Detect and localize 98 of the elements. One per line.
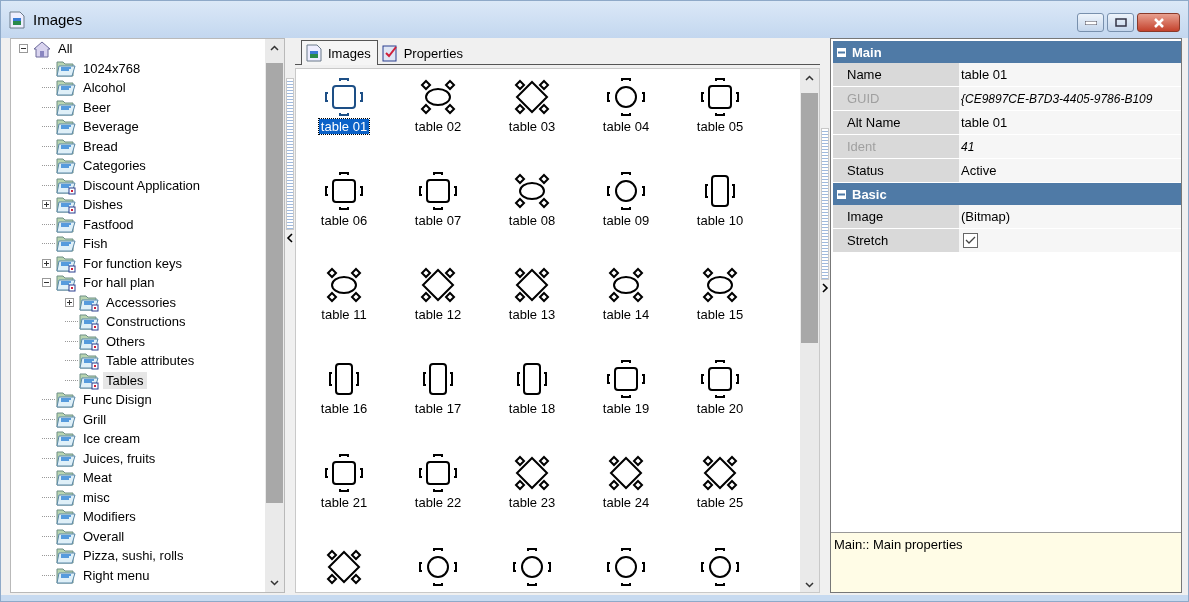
image-label[interactable]: table 13	[506, 307, 558, 322]
checkbox[interactable]	[963, 233, 978, 248]
splitter-grip[interactable]	[821, 128, 829, 280]
tree-item[interactable]: For hall plan	[80, 274, 158, 292]
image-label[interactable]: table 08	[506, 213, 558, 228]
image-label[interactable]: table 05	[694, 119, 746, 134]
tree-item[interactable]: Tables	[103, 371, 147, 389]
tree-item[interactable]: Alcohol	[80, 79, 129, 97]
property-value[interactable]: Active	[961, 163, 997, 178]
image-label[interactable]: table 01	[318, 119, 370, 134]
scrollbar-thumb[interactable]	[266, 63, 283, 503]
chevron-right-icon[interactable]	[821, 282, 829, 294]
image-label[interactable]: table 22	[412, 495, 464, 510]
scroll-down-icon[interactable]	[805, 582, 814, 588]
property-value[interactable]: table 01	[961, 115, 1008, 130]
description-text: Main:: Main properties	[831, 532, 1181, 592]
maximize-icon	[1114, 18, 1127, 27]
image-label[interactable]: table 17	[412, 401, 464, 416]
tree-item[interactable]: Categories	[80, 157, 149, 175]
property-value[interactable]: table 01	[961, 67, 1008, 82]
image-label[interactable]: table 18	[506, 401, 558, 416]
image-label[interactable]: table 06	[318, 213, 370, 228]
image-label[interactable]: table 19	[600, 401, 652, 416]
image-label[interactable]: table 03	[506, 119, 558, 134]
property-name: Stretch	[833, 229, 959, 252]
window-title: Images	[33, 11, 84, 28]
image-label[interactable]: table 23	[506, 495, 558, 510]
tree-item[interactable]: misc	[80, 488, 113, 506]
property-name: GUID	[833, 87, 959, 110]
image-label[interactable]: table 15	[694, 307, 746, 322]
splitter-grip[interactable]	[286, 78, 294, 230]
maximize-button[interactable]	[1107, 13, 1134, 32]
tree-item[interactable]: Modifiers	[80, 508, 139, 526]
tree-item[interactable]: Accessories	[103, 293, 180, 311]
image-label[interactable]: table 25	[694, 495, 746, 510]
scroll-up-icon[interactable]	[805, 75, 814, 81]
tree-item[interactable]: Grill	[80, 410, 110, 428]
property-name: Ident	[833, 135, 959, 158]
property-name: Status	[833, 159, 959, 182]
tree-item[interactable]: Bread	[80, 137, 121, 155]
image-label[interactable]: table 14	[600, 307, 652, 322]
scrollbar-thumb[interactable]	[801, 93, 818, 343]
tab[interactable]: Images	[301, 40, 378, 65]
expand-icon[interactable]	[42, 258, 51, 268]
tree-item[interactable]: Func Disign	[80, 391, 155, 409]
tree-item[interactable]: Right menu	[80, 566, 153, 584]
scroll-down-icon[interactable]	[270, 580, 279, 586]
expand-icon[interactable]	[65, 297, 74, 307]
tree-item[interactable]: Table attributes	[103, 352, 198, 370]
property-name: Image	[833, 205, 959, 228]
tree-item[interactable]: Beverage	[80, 118, 142, 136]
image-label[interactable]: table 11	[319, 307, 369, 322]
minimize-icon	[1084, 20, 1097, 25]
close-button[interactable]	[1137, 13, 1180, 32]
tab[interactable]: Properties	[377, 42, 469, 64]
tree-item[interactable]: Juices, fruits	[80, 449, 159, 467]
tree-item[interactable]: Beer	[80, 98, 114, 116]
image-label[interactable]: table 04	[600, 119, 652, 134]
property-value[interactable]: (Bitmap)	[961, 209, 1011, 224]
tree-item[interactable]: Pizza, sushi, rolls	[80, 547, 187, 565]
scroll-up-icon[interactable]	[270, 45, 279, 51]
tree-item[interactable]: Fish	[80, 235, 111, 253]
tree-item[interactable]: All	[55, 40, 76, 58]
image-label[interactable]: table 07	[412, 213, 464, 228]
tree-item[interactable]: Overall	[80, 527, 128, 545]
image-label[interactable]: table 02	[412, 119, 464, 134]
tree-item[interactable]: Constructions	[103, 313, 189, 331]
category-header[interactable]: Main	[833, 41, 1181, 63]
tree-item[interactable]: Discount Application	[80, 176, 204, 194]
minimize-button[interactable]	[1077, 13, 1104, 32]
chevron-left-icon[interactable]	[286, 232, 294, 244]
image-label[interactable]: table 20	[694, 401, 746, 416]
scrollbar[interactable]	[265, 39, 284, 592]
tree-item[interactable]: For function keys	[80, 254, 185, 272]
checklist-icon	[381, 44, 398, 62]
tree-item[interactable]: Dishes	[80, 196, 126, 214]
image-label[interactable]: table 09	[600, 213, 652, 228]
tree-item[interactable]: Fastfood	[80, 215, 137, 233]
scrollbar[interactable]	[800, 69, 819, 592]
image-label[interactable]: table 16	[318, 401, 370, 416]
image-file-icon	[306, 44, 322, 62]
image-label[interactable]: table 12	[412, 307, 464, 322]
tree-item[interactable]: Ice cream	[80, 430, 144, 448]
house-icon	[32, 39, 52, 58]
property-name: Name	[833, 63, 959, 86]
expand-icon[interactable]	[42, 200, 51, 210]
image-label[interactable]: table 10	[694, 213, 746, 228]
collapse-icon[interactable]	[19, 44, 28, 54]
collapse-icon[interactable]	[42, 278, 51, 288]
tree-item[interactable]: 1024x768	[80, 59, 144, 77]
category-header[interactable]: Basic	[833, 183, 1181, 205]
close-icon	[1152, 17, 1165, 28]
property-name: Alt Name	[833, 111, 959, 134]
image-label[interactable]: table 24	[600, 495, 652, 510]
tree-item[interactable]: Meat	[80, 469, 115, 487]
image-label[interactable]: table 21	[318, 495, 370, 510]
image-file-icon	[9, 10, 25, 29]
tree-item[interactable]: Others	[103, 332, 148, 350]
